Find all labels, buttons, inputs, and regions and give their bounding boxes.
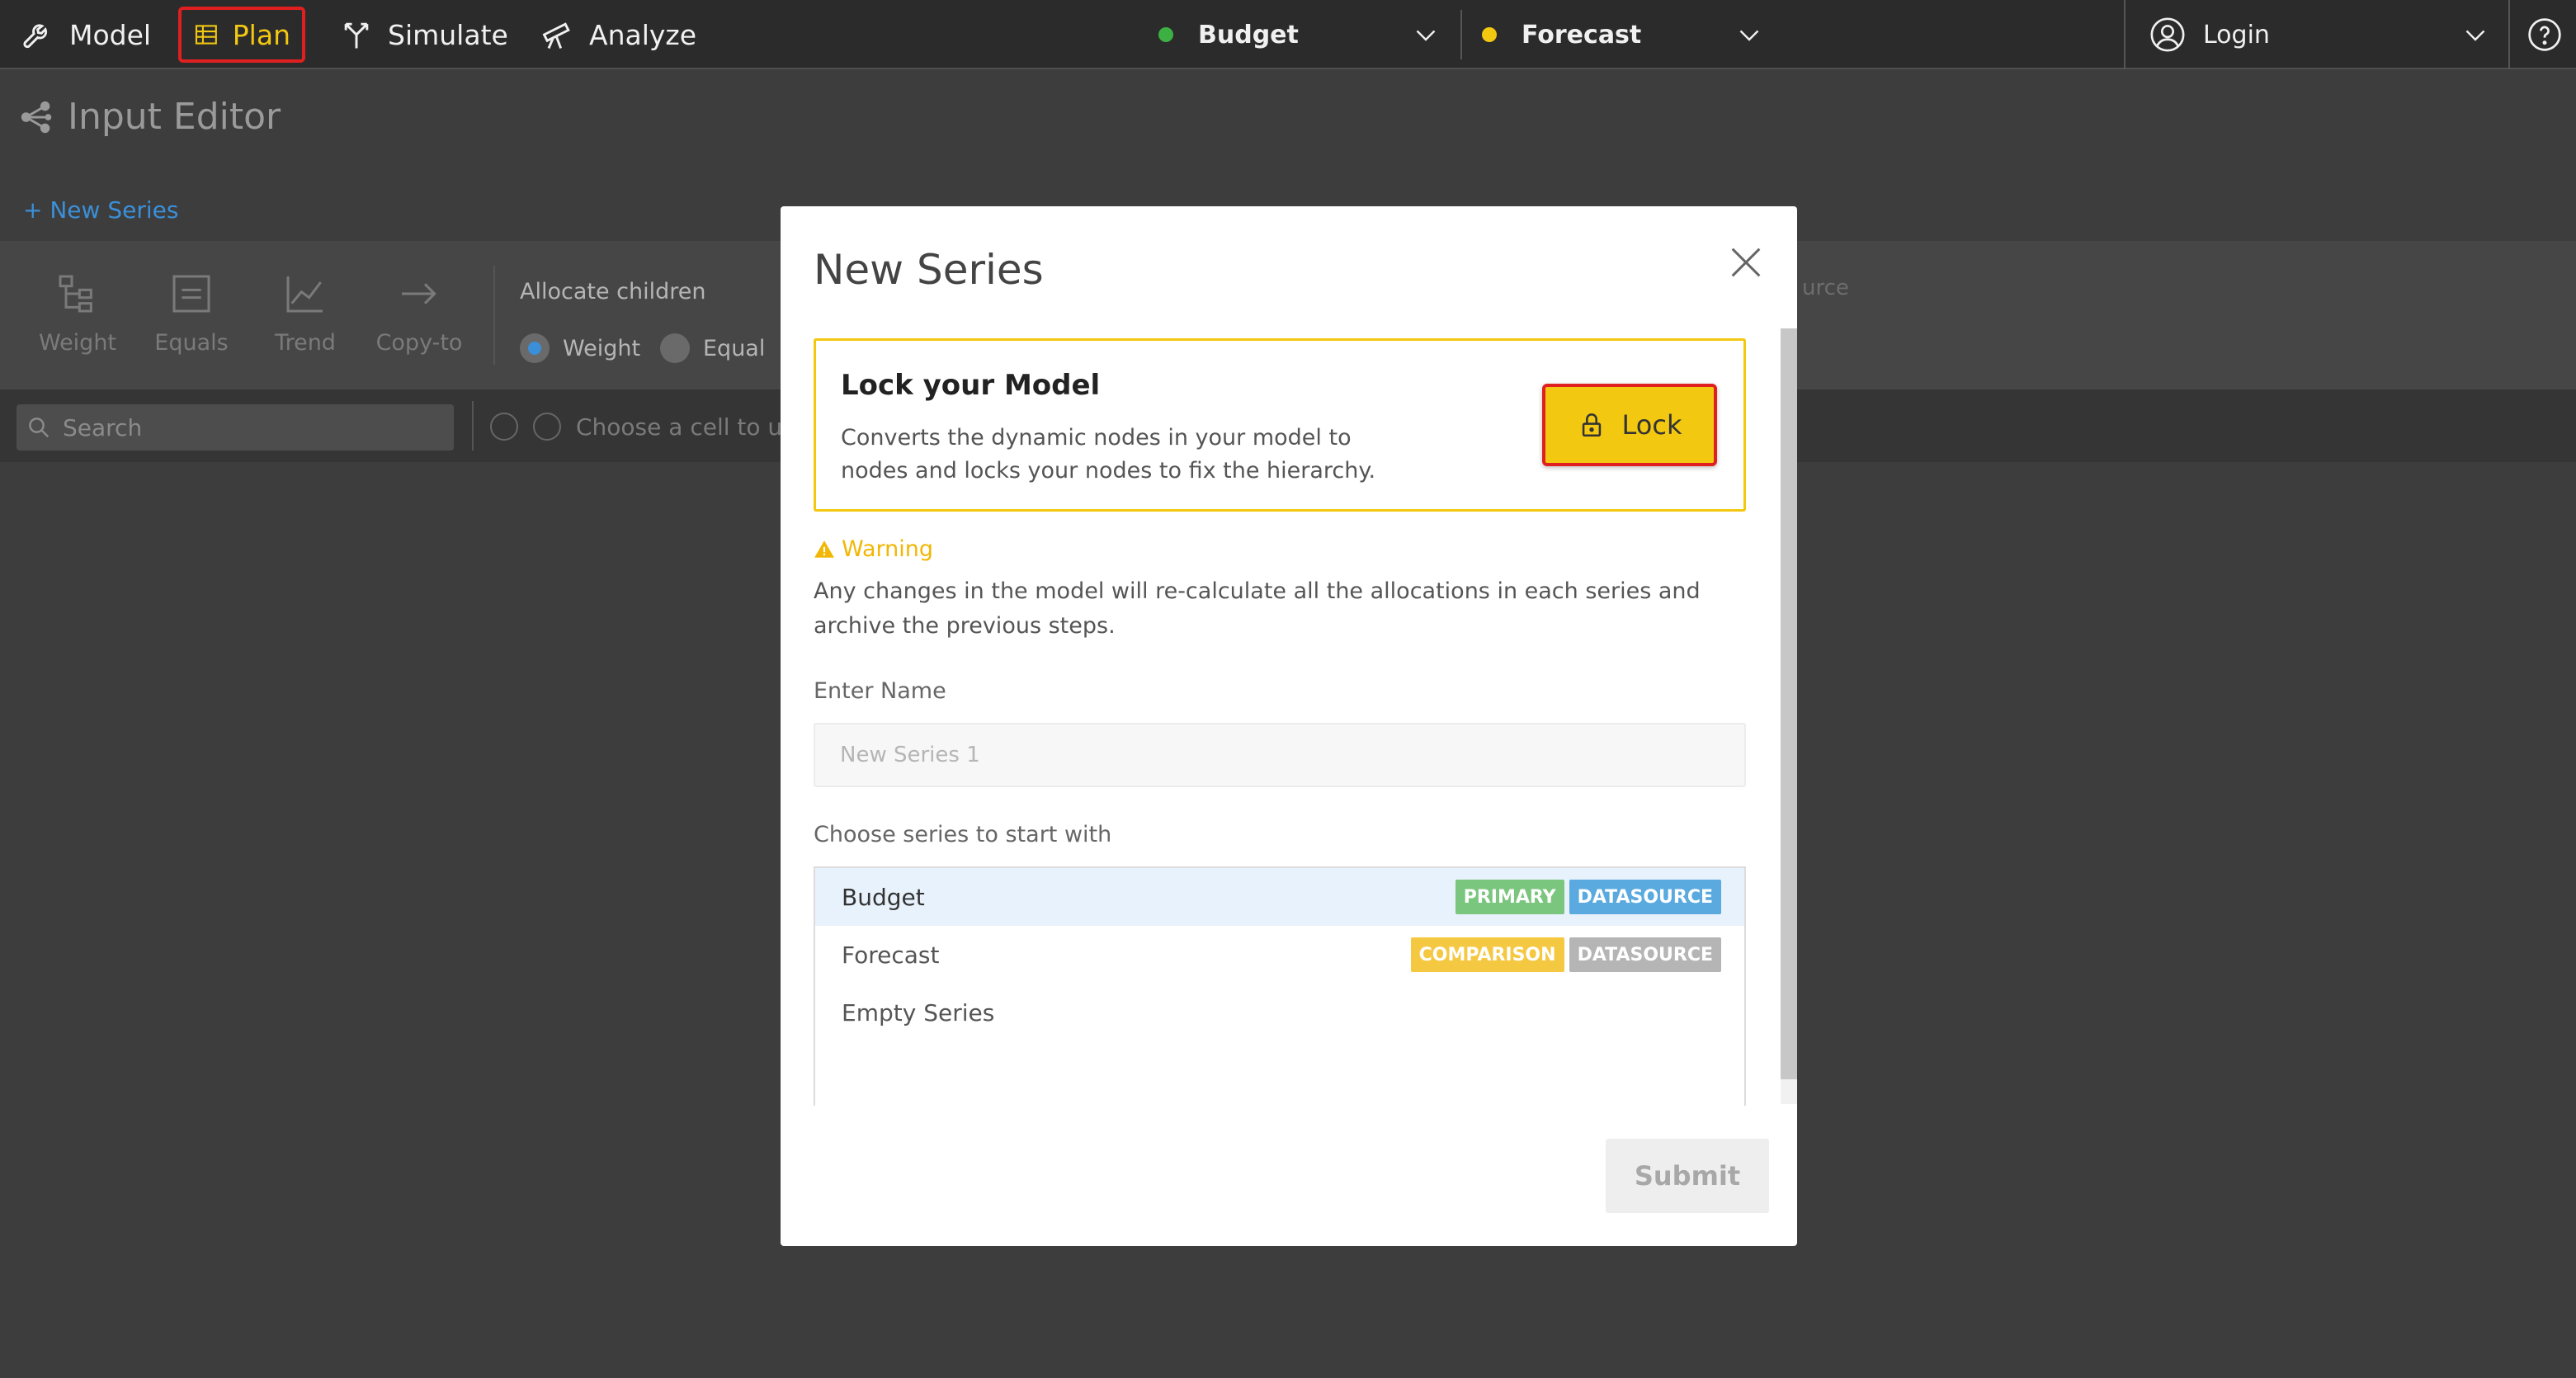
close-icon[interactable] (1723, 239, 1769, 286)
radio-weight-label: Weight (563, 335, 641, 361)
arrow-right-icon (402, 283, 436, 304)
radio-weight[interactable]: Weight (520, 333, 640, 363)
nav-model-label: Model (69, 18, 152, 51)
divider (1460, 10, 1462, 59)
cell-hint: Choose a cell to u (490, 413, 782, 441)
search-placeholder: Search (63, 413, 143, 441)
nav-analyze[interactable]: Analyze (528, 7, 708, 63)
trend-chart-icon (286, 276, 323, 313)
series-option-forecast[interactable]: Forecast COMPARISON DATASOURCE (815, 926, 1744, 984)
datasource-badge: DATASOURCE (1569, 937, 1721, 972)
divider (472, 401, 474, 451)
divider (2508, 0, 2510, 69)
radio-weight-button[interactable] (520, 333, 550, 363)
new-series-dialog: New Series Lock your Model Converts the … (781, 206, 1797, 1246)
page-title-text: Input Editor (68, 96, 281, 138)
nav-simulate-label: Simulate (388, 18, 508, 51)
forecast-status-dot (1482, 27, 1497, 42)
nav-plan[interactable]: Plan (178, 7, 305, 63)
telescope-icon (542, 22, 570, 50)
warning-title: Warning (814, 536, 933, 562)
badge-group: PRIMARY DATASOURCE (1455, 880, 1721, 914)
dialog-title: New Series (814, 246, 1044, 294)
primary-badge: PRIMARY (1455, 880, 1564, 914)
tool-copy-to-label: Copy-to (375, 330, 463, 356)
branch-icon (344, 22, 369, 49)
series-name-input[interactable] (814, 723, 1746, 787)
page-title: Input Editor (18, 96, 281, 138)
series-option-empty[interactable]: Empty Series (815, 984, 1744, 1041)
divider (2124, 0, 2125, 69)
radio-equal[interactable]: Equal (660, 333, 765, 363)
datasource-badge: DATASOURCE (1569, 880, 1721, 914)
series-option-budget[interactable]: Budget PRIMARY DATASOURCE (815, 868, 1744, 926)
allocate-children-label: Allocate children (520, 279, 706, 304)
radio-equal-button[interactable] (660, 333, 690, 363)
lock-button[interactable]: Lock (1542, 384, 1717, 466)
tool-equals-label: Equals (154, 330, 229, 356)
warning-text: Any changes in the model will re-calcula… (814, 578, 1701, 639)
budget-series-selector[interactable]: Budget (1158, 7, 1299, 63)
nav-analyze-label: Analyze (589, 18, 697, 51)
hierarchy-icon (59, 275, 92, 313)
forecast-series-selector[interactable]: Forecast (1482, 7, 1641, 63)
wrench-icon (23, 24, 48, 49)
lock-model-card: Lock your Model Converts the dynamic nod… (814, 338, 1746, 512)
warning-title-text: Warning (842, 536, 934, 562)
tool-weight-label: Weight (38, 330, 117, 356)
budget-selector-label: Budget (1198, 20, 1299, 50)
equals-icon (172, 275, 210, 313)
tool-copy-to[interactable]: Copy-to (370, 271, 469, 356)
chevron-down-icon[interactable] (1411, 20, 1441, 50)
login-label: Login (2203, 20, 2270, 50)
search-icon (29, 418, 50, 438)
nav-model[interactable]: Model (8, 7, 163, 63)
tool-trend-label: Trend (275, 330, 336, 356)
series-option-label: Budget (842, 883, 925, 911)
series-option-label: Forecast (842, 941, 940, 969)
tool-equals[interactable]: Equals (142, 271, 241, 356)
nav-plan-label: Plan (232, 18, 290, 51)
lock-card-description: Converts the dynamic nodes in your model… (841, 425, 1376, 484)
table-icon (195, 25, 217, 45)
comparison-badge: COMPARISON (1410, 937, 1564, 972)
series-options-list: Budget PRIMARY DATASOURCE Forecast COMPA… (814, 866, 1746, 1106)
top-navigation-bar: Model Plan Simulate Analyze Budget Forec… (0, 0, 2576, 69)
toolbar-text-behind-modal: urce (1802, 276, 1849, 300)
cancel-circle-icon[interactable] (490, 413, 518, 441)
submit-button[interactable]: Submit (1606, 1139, 1769, 1213)
user-avatar-icon (2150, 17, 2185, 52)
cell-hint-text: Choose a cell to u (576, 413, 783, 441)
confirm-circle-icon[interactable] (533, 413, 561, 441)
graph-nodes-icon (21, 101, 52, 133)
series-option-label: Empty Series (842, 998, 995, 1026)
nav-simulate[interactable]: Simulate (327, 7, 520, 63)
lock-button-label: Lock (1621, 409, 1682, 441)
tool-weight[interactable]: Weight (28, 271, 127, 356)
divider (493, 266, 495, 365)
enter-name-label: Enter Name (814, 678, 946, 704)
choose-series-label: Choose series to start with (814, 822, 1112, 847)
radio-equal-label: Equal (703, 335, 766, 361)
budget-status-dot (1158, 27, 1173, 42)
chevron-down-icon[interactable] (1734, 20, 1764, 50)
lock-icon (1582, 413, 1601, 437)
new-series-link[interactable]: + New Series (23, 196, 178, 224)
login-menu[interactable]: Login (2149, 7, 2270, 63)
scrollbar-thumb[interactable] (1781, 328, 1797, 1079)
lock-card-title: Lock your Model (841, 369, 1101, 402)
tool-trend[interactable]: Trend (256, 271, 355, 356)
help-icon[interactable] (2526, 17, 2563, 53)
forecast-selector-label: Forecast (1522, 20, 1642, 50)
warning-icon (814, 540, 834, 558)
search-input[interactable]: Search (17, 404, 454, 451)
badge-group: COMPARISON DATASOURCE (1410, 937, 1721, 972)
chevron-down-icon[interactable] (2460, 20, 2490, 50)
